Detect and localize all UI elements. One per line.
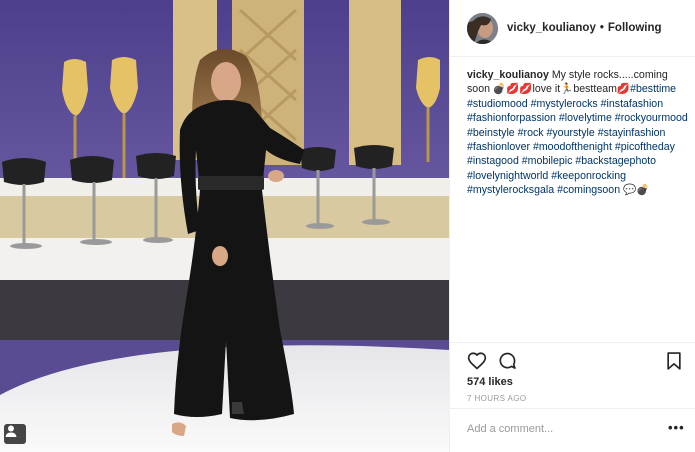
caption-username-link[interactable]: vicky_koulianoy — [467, 69, 549, 81]
post-caption: vicky_koulianoy My style rocks.....comin… — [467, 68, 689, 198]
caption-hashtags[interactable]: #besttime #studiomood #mystylerocks #ins… — [467, 83, 688, 196]
likes-count[interactable]: 574 likes — [467, 376, 513, 388]
photo-illustration — [0, 0, 449, 452]
more-options-button[interactable]: ••• — [668, 420, 685, 435]
user-tag-button[interactable] — [4, 424, 26, 444]
like-button[interactable] — [467, 351, 487, 371]
comment-bubble-icon — [499, 352, 516, 369]
header-username-link[interactable]: vicky_koulianoy — [507, 22, 596, 34]
action-bar — [450, 342, 695, 378]
user-tag-icon — [5, 425, 17, 437]
post-side-panel: vicky_koulianoy • Following vicky_koulia… — [449, 0, 695, 452]
post-photo[interactable] — [0, 0, 449, 452]
header-text: vicky_koulianoy • Following — [507, 22, 662, 34]
post-timestamp[interactable]: 7 HOURS AGO — [467, 394, 527, 403]
avatar[interactable] — [467, 12, 498, 44]
header-separator: • — [599, 22, 604, 34]
bookmark-icon — [667, 352, 681, 370]
following-button[interactable]: Following — [608, 22, 662, 34]
comment-button[interactable] — [497, 351, 517, 371]
comment-form: ••• — [450, 408, 695, 448]
comment-input[interactable] — [467, 419, 657, 439]
post-header: vicky_koulianoy • Following — [450, 0, 695, 57]
save-button[interactable] — [664, 351, 684, 371]
heart-icon — [467, 352, 487, 370]
avatar-image — [467, 12, 498, 44]
